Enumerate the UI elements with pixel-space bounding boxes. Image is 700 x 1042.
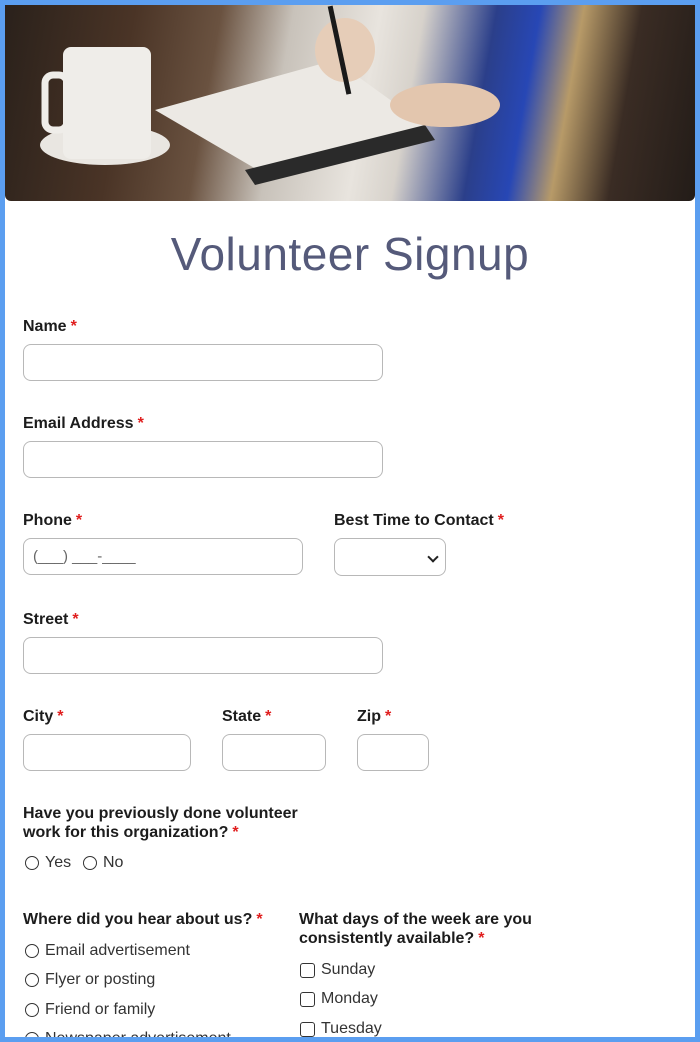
checkbox-option-label: Sunday bbox=[321, 961, 376, 978]
radio-button[interactable] bbox=[25, 944, 39, 958]
state-input[interactable] bbox=[222, 734, 326, 771]
checkbox-option-sunday[interactable]: Sunday bbox=[300, 960, 375, 980]
availability-label: What days of the week are you consistent… bbox=[299, 910, 532, 948]
required-marker: * bbox=[137, 415, 144, 432]
radio-option-label: Email advertisement bbox=[45, 942, 190, 959]
best-time-label-text: Best Time to Contact bbox=[334, 512, 494, 529]
checkbox-option-label: Tuesday bbox=[321, 1020, 382, 1037]
street-input[interactable] bbox=[23, 637, 383, 674]
required-marker: * bbox=[265, 708, 272, 725]
state-label: State * bbox=[222, 707, 271, 726]
hero-image bbox=[5, 5, 695, 201]
checkbox-option-tuesday[interactable]: Tuesday bbox=[300, 1019, 382, 1037]
email-label: Email Address * bbox=[23, 414, 144, 433]
required-marker: * bbox=[497, 512, 504, 529]
radio-option-flyer[interactable]: Flyer or posting bbox=[25, 970, 155, 990]
radio-option-newspaper[interactable]: Newspaper advertisement bbox=[25, 1029, 231, 1037]
required-marker: * bbox=[256, 911, 263, 928]
previous-volunteer-label-line2: work for this organization? bbox=[23, 824, 229, 841]
heard-about-label: Where did you hear about us? * bbox=[23, 910, 263, 929]
best-time-label: Best Time to Contact * bbox=[334, 511, 504, 530]
city-label-text: City bbox=[23, 708, 54, 725]
required-marker: * bbox=[232, 824, 239, 841]
hero-illustration bbox=[40, 5, 500, 185]
availability-label-line2: consistently available? bbox=[299, 930, 475, 947]
radio-option-label: Flyer or posting bbox=[45, 971, 156, 988]
radio-button[interactable] bbox=[25, 1032, 39, 1037]
checkbox[interactable] bbox=[300, 991, 315, 1007]
required-marker: * bbox=[70, 318, 77, 335]
name-label: Name * bbox=[23, 317, 77, 336]
zip-label-text: Zip bbox=[357, 708, 381, 725]
form-page: Volunteer Signup Name * Email Address * Ph… bbox=[5, 5, 695, 1037]
checkbox-option-monday[interactable]: Monday bbox=[300, 989, 378, 1009]
radio-button[interactable] bbox=[25, 1003, 39, 1017]
checkbox[interactable] bbox=[300, 962, 315, 978]
phone-label-text: Phone bbox=[23, 512, 72, 529]
required-marker: * bbox=[57, 708, 64, 725]
chevron-down-icon bbox=[427, 551, 439, 563]
checkbox[interactable] bbox=[300, 1021, 315, 1037]
checkbox-option-label: Monday bbox=[321, 990, 378, 1007]
mug-handle-shape bbox=[41, 71, 71, 134]
radio-option-label: No bbox=[103, 854, 124, 871]
radio-button[interactable] bbox=[83, 856, 97, 870]
page-title: Volunteer Signup bbox=[170, 228, 530, 280]
name-label-text: Name bbox=[23, 318, 67, 335]
heard-about-label-text: Where did you hear about us? bbox=[23, 911, 253, 928]
radio-option-label: Newspaper advertisement bbox=[45, 1030, 231, 1037]
required-marker: * bbox=[478, 930, 485, 947]
state-label-text: State bbox=[222, 708, 262, 725]
required-marker: * bbox=[385, 708, 392, 725]
radio-button[interactable] bbox=[25, 973, 39, 987]
radio-option-yes[interactable]: Yes bbox=[25, 853, 71, 873]
zip-label: Zip * bbox=[357, 707, 391, 726]
phone-placeholder: (___) ___-____ bbox=[33, 548, 136, 565]
email-label-text: Email Address bbox=[23, 415, 134, 432]
previous-volunteer-label: Have you previously done volunteer work … bbox=[23, 804, 298, 842]
radio-option-friend-family[interactable]: Friend or family bbox=[25, 1000, 155, 1020]
zip-input[interactable] bbox=[357, 734, 429, 771]
hand-shape-2 bbox=[390, 83, 500, 127]
phone-input[interactable]: (___) ___-____ bbox=[23, 538, 303, 575]
city-label: City * bbox=[23, 707, 63, 726]
name-input[interactable] bbox=[23, 344, 383, 381]
radio-option-label: Yes bbox=[45, 854, 72, 871]
required-marker: * bbox=[72, 611, 79, 628]
required-marker: * bbox=[75, 512, 83, 529]
radio-option-no[interactable]: No bbox=[83, 853, 123, 873]
radio-option-email-advertisement[interactable]: Email advertisement bbox=[25, 941, 190, 961]
street-label: Street * bbox=[23, 610, 79, 629]
street-label-text: Street bbox=[23, 611, 69, 628]
radio-button[interactable] bbox=[25, 856, 39, 870]
coffee-mug-shape bbox=[63, 47, 151, 159]
availability-label-line1: What days of the week are you bbox=[299, 911, 532, 928]
city-input[interactable] bbox=[23, 734, 191, 771]
email-input[interactable] bbox=[23, 441, 383, 478]
previous-volunteer-label-line1: Have you previously done volunteer bbox=[23, 805, 298, 822]
phone-label: Phone * bbox=[23, 511, 82, 530]
radio-option-label: Friend or family bbox=[45, 1001, 156, 1018]
best-time-select[interactable] bbox=[334, 538, 446, 576]
